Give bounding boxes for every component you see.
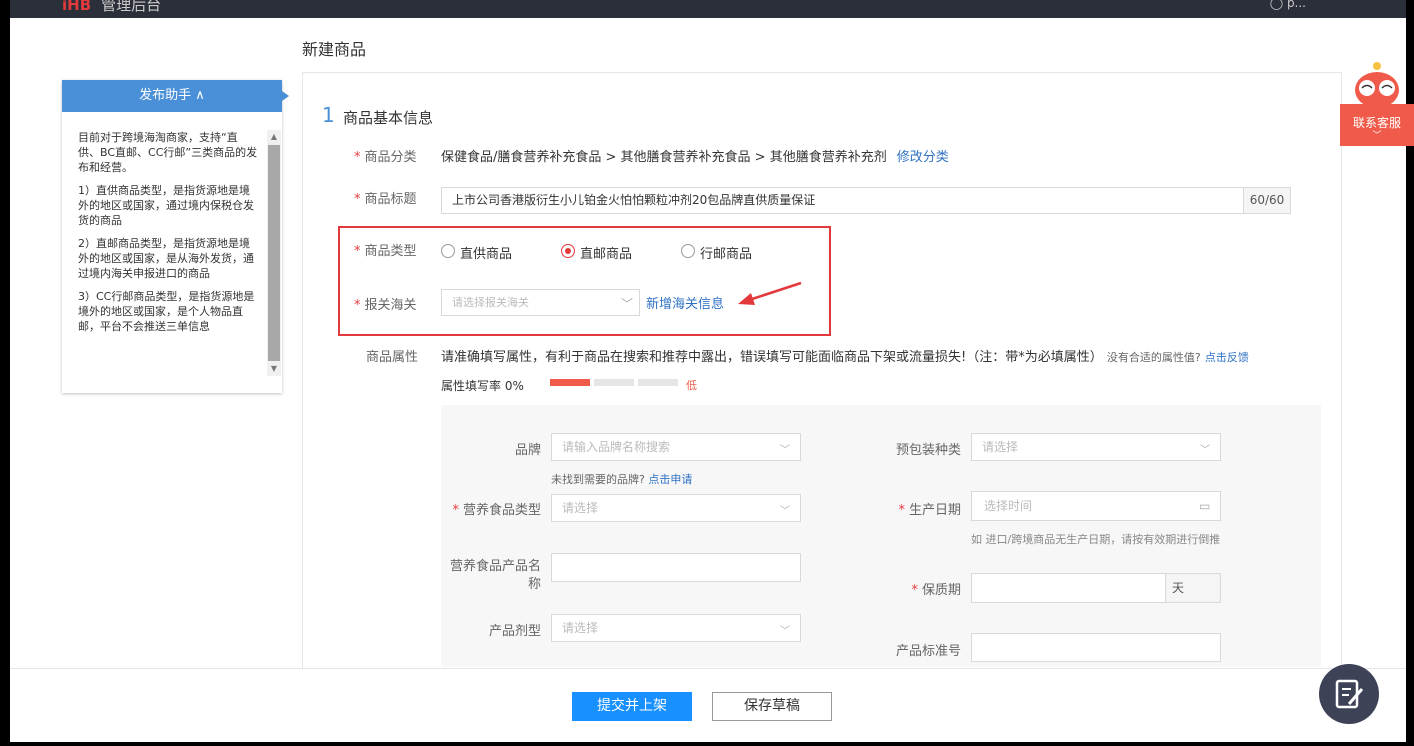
submit-publish-button[interactable]: 提交并上架 <box>572 692 692 721</box>
save-draft-button[interactable]: 保存草稿 <box>712 692 832 721</box>
user-account[interactable]: ◯ p... <box>1270 0 1306 10</box>
standard-no-label: 产品标准号 <box>895 644 961 659</box>
brand-apply-link[interactable]: 点击申请 <box>648 473 692 486</box>
production-date-picker[interactable]: 选择时间 <box>971 491 1221 521</box>
annotation-arrow-icon <box>738 281 802 305</box>
feedback-edit-button[interactable] <box>1319 664 1379 724</box>
dosage-label: 产品剂型 <box>488 624 541 639</box>
category-path: 保健食品/膳食营养补充食品 > 其他膳食营养补充食品 > 其他膳食营养补充剂 修改… <box>441 150 949 165</box>
title-char-count: 60/60 <box>1243 187 1291 214</box>
product-title-input[interactable]: 上市公司香港版衍生小儿铂金火怕怕颗粒冲剂20包品牌直供质量保证 <box>441 187 1244 214</box>
shelf-life-unit: 天 <box>1165 573 1221 603</box>
nutrition-name-input[interactable] <box>551 553 801 582</box>
helper-paragraph: 3）CC行邮商品类型，是指货源地是境外的地区或国家，是个人物品直邮，平台不会推送… <box>78 290 255 333</box>
section-number: 1 <box>322 103 335 127</box>
chevron-down-icon: ﹀ <box>780 506 790 517</box>
section-title: 商品基本信息 <box>343 109 434 127</box>
brand-subtitle: 管理后台 <box>101 0 162 14</box>
helper-paragraph: 1）直供商品类型，是指货源地是境外的地区或国家，通过境内保税仓发货的商品 <box>78 184 254 227</box>
production-date-note: 如 进口/跨境商品无生产日期，请按有效期进行倒推 <box>971 533 1221 546</box>
nutrition-type-select[interactable]: 请选择 <box>551 494 801 522</box>
dosage-select[interactable]: 请选择 <box>551 614 801 642</box>
user-icon: ◯ <box>1269 0 1287 10</box>
brand-label: 品牌 <box>514 443 541 458</box>
attrs-label: 商品属性 <box>366 350 419 365</box>
brand-logo[interactable]: iHB 管理后台 <box>62 0 161 15</box>
brand-search-select[interactable]: 请输入品牌名称搜索 <box>551 433 801 461</box>
standard-no-input[interactable] <box>971 633 1221 662</box>
shelf-life-input[interactable] <box>971 573 1166 603</box>
helper-paragraph: 目前对于跨境海淘商家，支持“直供、BC直邮、CC行邮”三类商品的发布和经营。 <box>78 131 258 174</box>
mascot-icon <box>1355 62 1399 108</box>
attrs-hint: 请准确填写属性，有利于商品在搜索和推荐中露出，错误填写可能面临商品下架或流量损失… <box>441 350 1249 365</box>
pack-type-select[interactable]: 请选择 <box>971 433 1221 461</box>
shelf-life-label: * 保质期 <box>911 583 961 598</box>
helper-toggle[interactable]: 发布助手 ∧ <box>62 80 289 112</box>
window-frame-bottom <box>0 742 1414 746</box>
production-date-label: * 生产日期 <box>898 503 961 518</box>
fill-rate-bar-3 <box>638 379 678 386</box>
helper-paragraph: 2）直邮商品类型，是指货源地是境外的地区或国家，是从海外发货，通过境内海关申报进… <box>78 237 254 280</box>
chevron-down-icon: ﹀ <box>1200 445 1210 456</box>
publish-helper-panel: 发布助手 ∧ 目前对于跨境海淘商家，支持“直供、BC直邮、CC行邮”三类商品的发… <box>62 80 289 393</box>
chevron-down-icon: ﹀ <box>780 626 790 637</box>
category-label: * 商品分类 <box>354 150 417 165</box>
title-label: * 商品标题 <box>354 192 417 207</box>
fill-rate-label: 属性填写率 0% <box>441 379 524 393</box>
nutrition-type-label: * 营养食品类型 <box>452 503 541 518</box>
scroll-down-icon[interactable]: ▼ <box>267 362 281 376</box>
helper-content: 目前对于跨境海淘商家，支持“直供、BC直邮、CC行邮”三类商品的发布和经营。 1… <box>78 130 258 342</box>
chevron-down-icon: ﹀ <box>1372 131 1382 141</box>
nutrition-name-label: 营养食品产品名称 <box>449 559 541 592</box>
fill-rate-bar-1 <box>550 379 590 386</box>
page-title: 新建商品 <box>302 40 367 59</box>
fill-rate-level: 低 <box>686 379 697 392</box>
feedback-link[interactable]: 点击反馈 <box>1205 351 1249 364</box>
pack-type-label: 预包装种类 <box>895 443 961 458</box>
edit-note-icon <box>1335 679 1364 709</box>
change-category-link[interactable]: 修改分类 <box>897 150 949 165</box>
helper-scrollbar[interactable]: ▲ ▼ <box>267 130 281 376</box>
window-frame-left <box>0 0 10 746</box>
fill-rate-bar-2 <box>594 379 634 386</box>
brand-apply-note: 未找到需要的品牌? 点击申请 <box>551 473 693 486</box>
contact-service-button[interactable]: 联系客服 ﹀ <box>1340 104 1414 146</box>
scroll-up-icon[interactable]: ▲ <box>267 130 281 144</box>
chevron-down-icon: ﹀ <box>780 445 790 456</box>
calendar-icon[interactable]: ▭ <box>1199 499 1210 513</box>
top-navbar: iHB 管理后台 ◯ p... <box>10 0 1406 18</box>
scrollbar-thumb[interactable] <box>268 145 280 361</box>
bottom-action-bar <box>10 668 1406 742</box>
